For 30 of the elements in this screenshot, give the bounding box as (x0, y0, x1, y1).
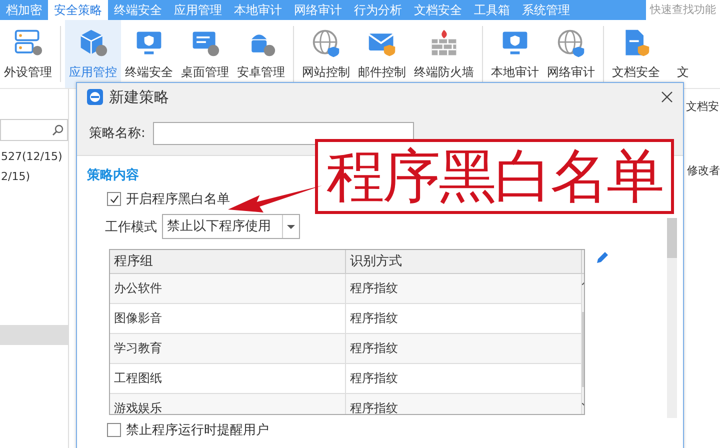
toolbar-button[interactable]: 应用管控 (65, 20, 121, 88)
checkbox-label: 禁止程序运行时提醒用户 (126, 422, 269, 439)
toolbar-button[interactable]: 网络审计 (543, 20, 599, 88)
toolbar-button[interactable]: 桌面管理 (177, 20, 233, 88)
toolbar-button[interactable]: 终端安全 (121, 20, 177, 88)
menu-tab[interactable]: 安全策略 (48, 0, 108, 20)
column-header[interactable]: 识别方式 (346, 250, 582, 273)
toolbar-button[interactable]: 安卓管理 (233, 20, 289, 88)
column-header[interactable]: 程序组 (110, 250, 346, 273)
dialog-title: 新建策略 (109, 88, 169, 106)
toolbar-button[interactable]: 外设管理 (0, 20, 56, 88)
tree-item[interactable]: 527(12/15) (0, 147, 68, 167)
section-title: 策略内容 (87, 166, 140, 184)
table-cell: 办公软件 (110, 274, 346, 303)
field-label: 工作模式 (105, 218, 157, 236)
annotation-label: 程序黑白名单 (315, 139, 674, 214)
table-cell: 学习教育 (110, 334, 346, 363)
dropdown[interactable]: 禁止以下程序使用 (162, 214, 300, 239)
table-cell: 工程图纸 (110, 364, 346, 393)
checkbox-label: 开启程序黑白名单 (126, 191, 230, 208)
column-header: 修改者 (687, 163, 720, 178)
toolbar-button[interactable]: 邮件控制 (354, 20, 410, 88)
toolbar-button[interactable]: 终端防火墙 (410, 20, 478, 88)
toolbar-button[interactable]: 本地审计 (487, 20, 543, 88)
tree-item[interactable]: 2/15) (0, 167, 68, 187)
toolbar-button[interactable]: 文档安全 (608, 20, 664, 88)
field-label: 策略名称: (89, 125, 146, 142)
tab-label[interactable]: 文档安 (686, 99, 719, 114)
toolbar-button[interactable]: 网站控制 (298, 20, 354, 88)
table-cell: 图像影音 (110, 304, 346, 333)
